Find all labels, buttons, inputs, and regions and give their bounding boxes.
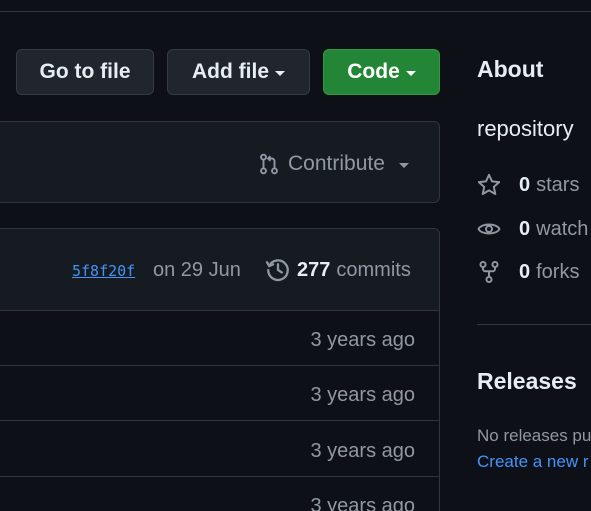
forks-link[interactable]: 0 forks — [477, 260, 579, 284]
history-icon — [265, 259, 289, 282]
commit-count-label: commits — [336, 258, 411, 281]
create-release-link[interactable]: Create a new r — [477, 452, 589, 472]
go-to-file-button[interactable]: Go to file — [16, 49, 154, 95]
watching-count: 0 — [519, 217, 531, 240]
row-divider — [0, 365, 439, 366]
chevron-down-icon — [398, 162, 409, 168]
about-heading: About — [477, 56, 544, 82]
watching-label: watch — [536, 217, 589, 240]
header-divider — [0, 11, 591, 12]
repository-page: Go to file Add file Code Contribute 5f8f… — [0, 0, 591, 511]
contribute-label: Contribute — [288, 152, 385, 175]
code-button[interactable]: Code — [323, 49, 440, 95]
sidebar-divider — [477, 324, 591, 325]
stars-label: stars — [536, 173, 580, 196]
forks-label: forks — [536, 260, 580, 283]
file-row-age: 3 years ago — [310, 329, 415, 351]
file-row-age: 3 years ago — [310, 384, 415, 406]
stars-count: 0 — [519, 173, 531, 196]
file-row-age: 3 years ago — [310, 440, 415, 462]
row-divider — [0, 476, 439, 477]
chevron-down-icon — [275, 70, 285, 76]
go-to-file-label: Go to file — [39, 60, 131, 83]
chevron-down-icon — [405, 70, 416, 76]
no-releases-text: No releases pu — [477, 426, 591, 445]
add-file-label: Add file — [192, 60, 269, 83]
forks-count: 0 — [519, 260, 531, 283]
file-row-age: 3 years ago — [310, 495, 415, 511]
git-pull-request-icon — [260, 153, 278, 175]
stars-link[interactable]: 0 stars — [477, 173, 579, 197]
repository-description: repository — [477, 116, 574, 141]
add-file-button[interactable]: Add file — [167, 49, 310, 95]
commit-hash-link[interactable]: 5f8f20f — [72, 262, 135, 280]
repo-forked-icon — [479, 260, 499, 284]
commit-date: on 29 Jun — [153, 259, 241, 281]
row-divider — [0, 420, 439, 421]
watchers-link[interactable]: 0 watch — [477, 217, 588, 241]
code-label: Code — [347, 60, 400, 83]
eye-icon — [477, 223, 501, 235]
commit-history-link[interactable]: 277 commits — [265, 257, 411, 283]
star-icon — [477, 173, 501, 195]
commit-count: 277 — [297, 258, 331, 281]
releases-heading[interactable]: Releases — [477, 368, 577, 395]
contribute-button[interactable]: Contribute — [258, 151, 409, 177]
